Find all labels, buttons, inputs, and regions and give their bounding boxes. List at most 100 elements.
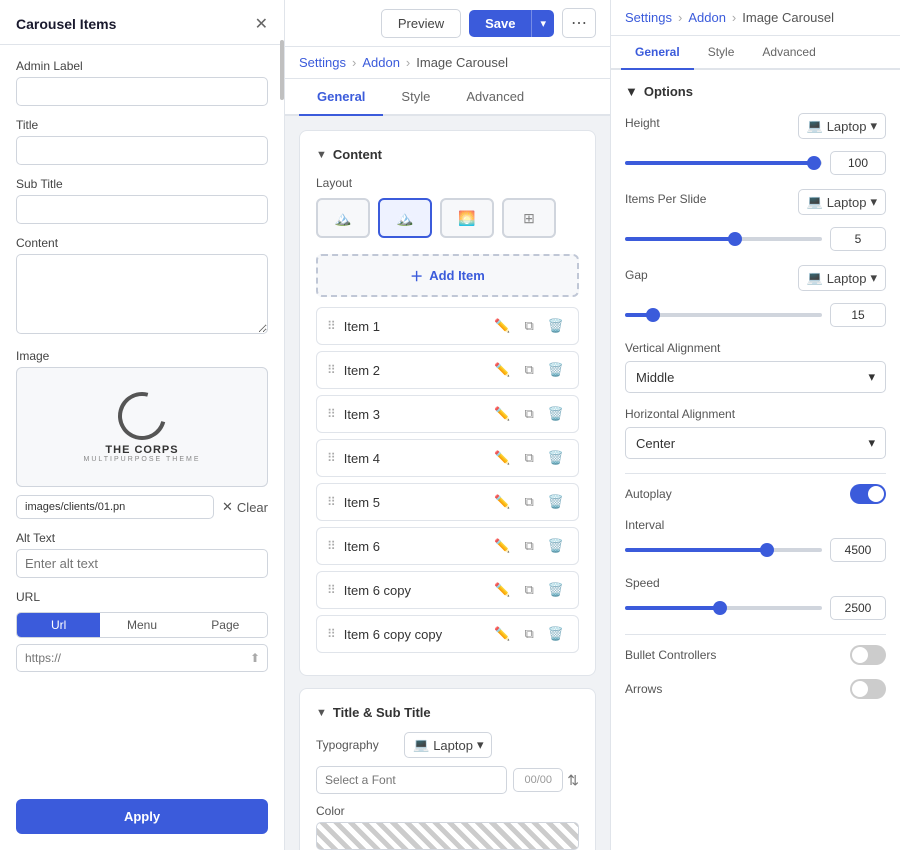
- delete-item-button[interactable]: 🗑️: [544, 580, 568, 600]
- item-actions: ✏️ ⧉ 🗑️: [490, 536, 568, 556]
- right-tab-style[interactable]: Style: [694, 36, 749, 70]
- clear-button[interactable]: ✕ Clear: [222, 499, 268, 515]
- duplicate-item-button[interactable]: ⧉: [521, 580, 538, 600]
- drag-handle[interactable]: ⠿: [327, 495, 336, 509]
- speed-slider[interactable]: [625, 606, 822, 610]
- delete-item-button[interactable]: 🗑️: [544, 624, 568, 644]
- right-breadcrumb-addon[interactable]: Addon: [688, 10, 726, 25]
- drag-handle[interactable]: ⠿: [327, 539, 336, 553]
- ips-input[interactable]: 5: [830, 227, 886, 251]
- delete-item-button[interactable]: 🗑️: [544, 448, 568, 468]
- ips-slider[interactable]: [625, 237, 822, 241]
- height-slider[interactable]: [625, 161, 822, 165]
- layout-option-4[interactable]: ⊞: [502, 198, 556, 238]
- layout-option-1[interactable]: 🏔️: [316, 198, 370, 238]
- scrollbar[interactable]: [280, 40, 284, 100]
- vertical-alignment-select[interactable]: Middle ▾: [625, 361, 886, 393]
- height-device-select[interactable]: 💻 Laptop ▾: [798, 113, 886, 139]
- gap-slider-thumb[interactable]: [646, 308, 660, 322]
- image-preview[interactable]: THE CORPS MULTIPURPOSE THEME: [16, 367, 268, 487]
- edit-item-button[interactable]: ✏️: [490, 404, 514, 424]
- gap-input[interactable]: 15: [830, 303, 886, 327]
- autoplay-toggle[interactable]: [850, 484, 886, 504]
- right-breadcrumb-settings[interactable]: Settings: [625, 10, 672, 25]
- edit-item-button[interactable]: ✏️: [490, 580, 514, 600]
- height-input[interactable]: 100: [830, 151, 886, 175]
- duplicate-item-button[interactable]: ⧉: [521, 316, 538, 336]
- typography-device-select[interactable]: 💻 Laptop ▾: [404, 732, 492, 758]
- right-tab-advanced[interactable]: Advanced: [748, 36, 829, 70]
- title-subtitle-section-header[interactable]: ▼ Title & Sub Title: [316, 705, 579, 720]
- content-section-header[interactable]: ▼ Content: [316, 147, 579, 162]
- apply-button[interactable]: Apply: [16, 799, 268, 834]
- url-tab-url[interactable]: Url: [17, 613, 100, 637]
- interval-slider[interactable]: [625, 548, 822, 552]
- edit-item-button[interactable]: ✏️: [490, 536, 514, 556]
- duplicate-item-button[interactable]: ⧉: [521, 624, 538, 644]
- delete-item-button[interactable]: 🗑️: [544, 316, 568, 336]
- preview-button[interactable]: Preview: [381, 9, 461, 38]
- content-textarea[interactable]: [16, 254, 268, 334]
- left-panel-header: Carousel Items ✕: [0, 0, 284, 45]
- ips-slider-thumb[interactable]: [728, 232, 742, 246]
- url-tab-page[interactable]: Page: [184, 613, 267, 637]
- subtitle-input[interactable]: [16, 195, 268, 224]
- edit-item-button[interactable]: ✏️: [490, 316, 514, 336]
- drag-handle[interactable]: ⠿: [327, 627, 336, 641]
- tab-style[interactable]: Style: [383, 79, 448, 116]
- items-per-slide-device-select[interactable]: 💻 Laptop ▾: [798, 189, 886, 215]
- drag-handle[interactable]: ⠿: [327, 583, 336, 597]
- arrows-toggle-wrap: Arrows: [625, 679, 886, 699]
- speed-input[interactable]: 2500: [830, 596, 886, 620]
- url-input[interactable]: [16, 644, 268, 672]
- font-select-input[interactable]: [316, 766, 507, 794]
- layout-option-3[interactable]: 🌅: [440, 198, 494, 238]
- title-input[interactable]: [16, 136, 268, 165]
- edit-item-button[interactable]: ✏️: [490, 448, 514, 468]
- color-swatch[interactable]: [316, 822, 579, 850]
- breadcrumb-settings[interactable]: Settings: [299, 55, 346, 70]
- edit-item-button[interactable]: ✏️: [490, 624, 514, 644]
- gap-slider[interactable]: [625, 313, 822, 317]
- interval-input[interactable]: 4500: [830, 538, 886, 562]
- url-tab-menu[interactable]: Menu: [100, 613, 183, 637]
- device-label: Laptop: [433, 738, 473, 753]
- duplicate-item-button[interactable]: ⧉: [521, 404, 538, 424]
- admin-label-input[interactable]: [16, 77, 268, 106]
- horizontal-alignment-select[interactable]: Center ▾: [625, 427, 886, 459]
- add-item-button[interactable]: ＋ Add Item: [316, 254, 579, 297]
- delete-item-button[interactable]: 🗑️: [544, 404, 568, 424]
- save-dropdown-button[interactable]: ▾: [531, 10, 554, 37]
- save-button[interactable]: Save: [469, 10, 531, 37]
- drag-handle[interactable]: ⠿: [327, 407, 336, 421]
- drag-handle[interactable]: ⠿: [327, 451, 336, 465]
- close-button[interactable]: ✕: [255, 14, 268, 34]
- font-resize-icon[interactable]: ⇅: [567, 772, 579, 789]
- arrows-toggle[interactable]: [850, 679, 886, 699]
- delete-item-button[interactable]: 🗑️: [544, 536, 568, 556]
- drag-handle[interactable]: ⠿: [327, 319, 336, 333]
- edit-item-button[interactable]: ✏️: [490, 360, 514, 380]
- tab-advanced[interactable]: Advanced: [448, 79, 542, 116]
- duplicate-item-button[interactable]: ⧉: [521, 360, 538, 380]
- more-options-button[interactable]: ⋯: [562, 8, 596, 38]
- delete-item-button[interactable]: 🗑️: [544, 360, 568, 380]
- right-tab-general[interactable]: General: [621, 36, 694, 70]
- speed-slider-thumb[interactable]: [713, 601, 727, 615]
- edit-item-button[interactable]: ✏️: [490, 492, 514, 512]
- duplicate-item-button[interactable]: ⧉: [521, 448, 538, 468]
- interval-slider-thumb[interactable]: [760, 543, 774, 557]
- title-subtitle-label: Title & Sub Title: [333, 705, 431, 720]
- breadcrumb-addon[interactable]: Addon: [362, 55, 400, 70]
- duplicate-item-button[interactable]: ⧉: [521, 536, 538, 556]
- height-slider-thumb[interactable]: [807, 156, 821, 170]
- bullet-controllers-toggle[interactable]: [850, 645, 886, 665]
- layout-option-2[interactable]: 🏔️: [378, 198, 432, 238]
- alt-text-input[interactable]: [16, 549, 268, 578]
- duplicate-item-button[interactable]: ⧉: [521, 492, 538, 512]
- gap-device-select[interactable]: 💻 Laptop ▾: [798, 265, 886, 291]
- drag-handle[interactable]: ⠿: [327, 363, 336, 377]
- tab-general[interactable]: General: [299, 79, 383, 116]
- options-section-header[interactable]: ▼ Options: [625, 84, 886, 99]
- delete-item-button[interactable]: 🗑️: [544, 492, 568, 512]
